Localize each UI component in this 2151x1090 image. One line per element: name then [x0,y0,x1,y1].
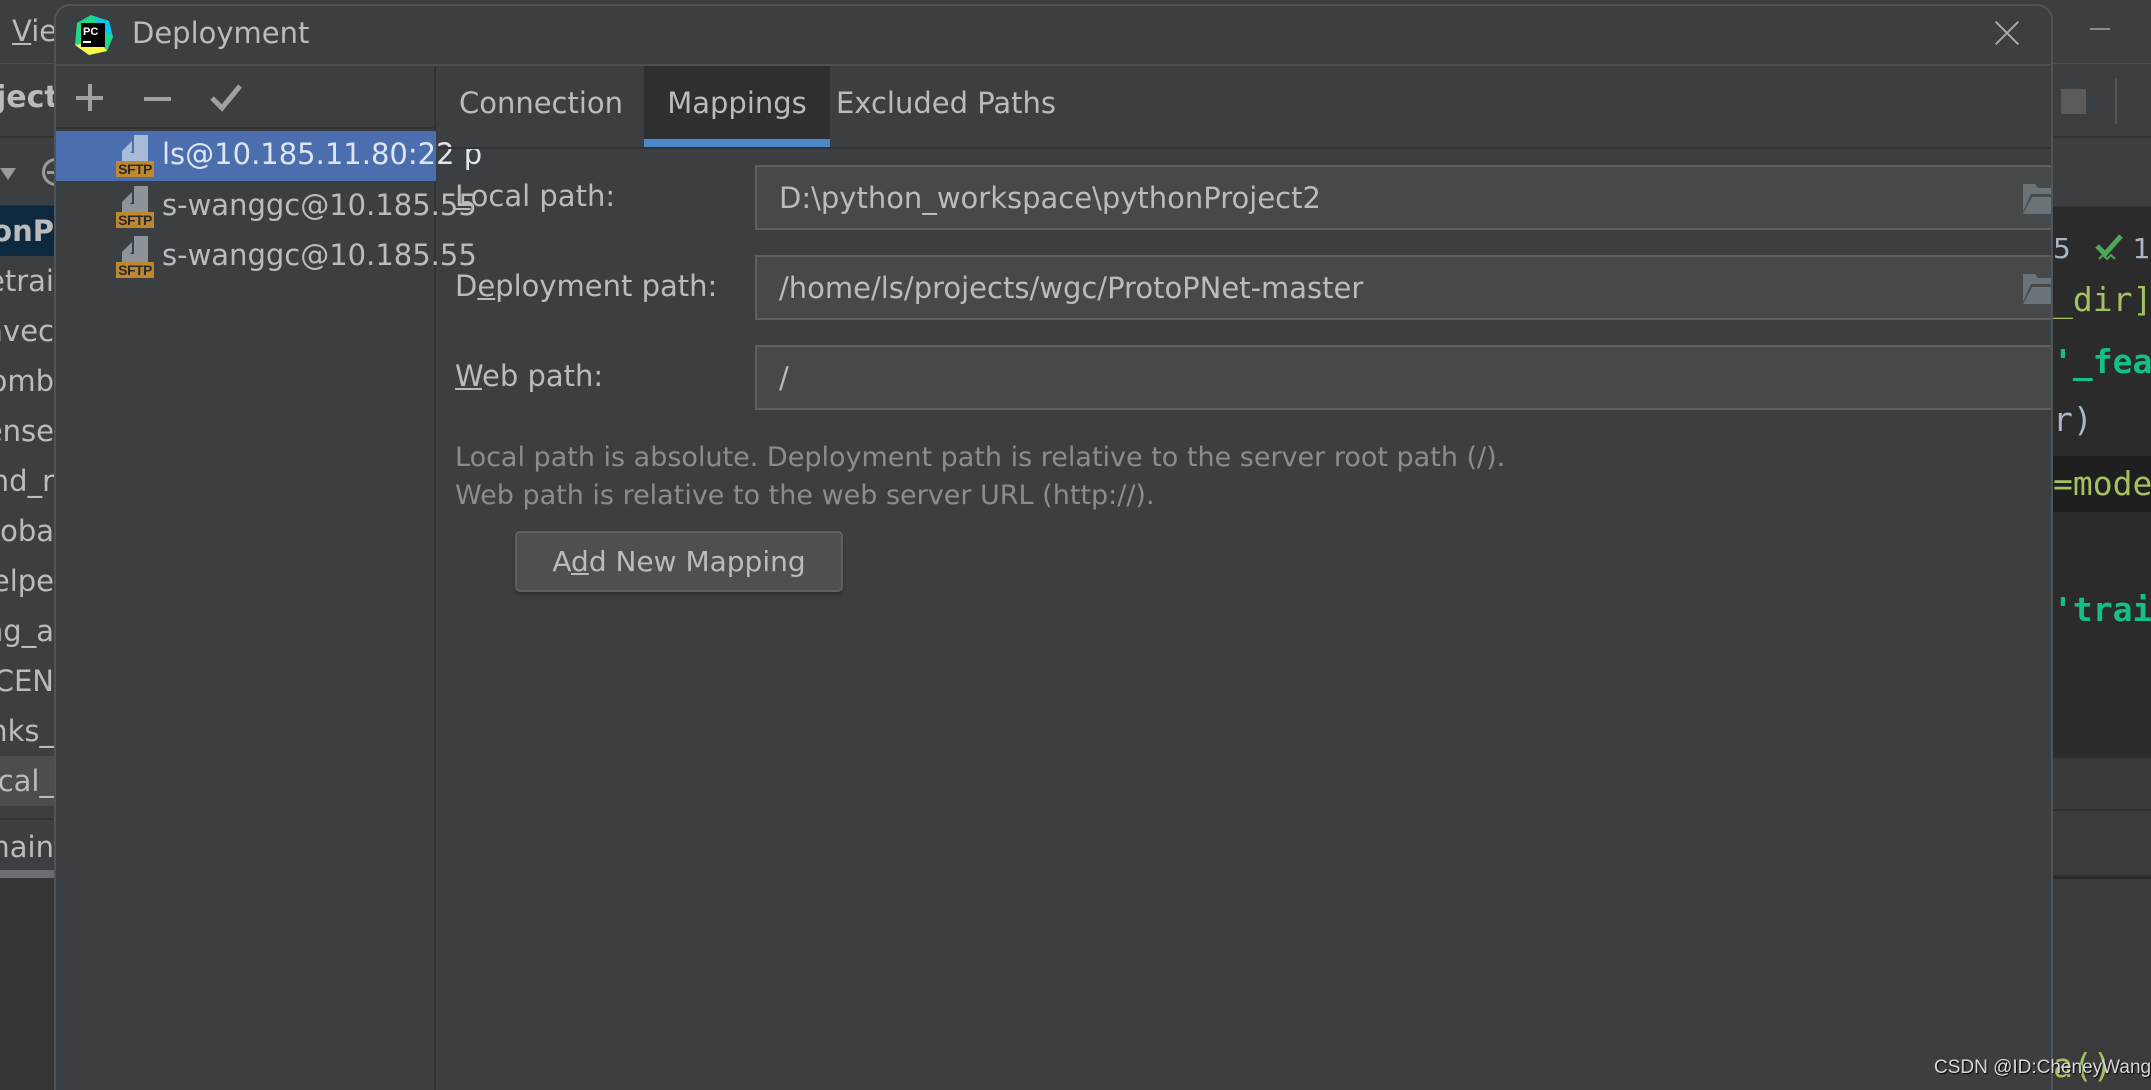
run-toolwindow-header [2053,809,2151,877]
tree-item[interactable]: globa [0,506,54,556]
sftp-server-icon: SFTP [116,135,154,179]
editor-tabs [2053,138,2151,207]
plus-icon[interactable] [68,76,112,120]
server-settings-pane: Connection Mappings Excluded Paths Local… [438,66,2051,1090]
sftp-server-icon: SFTP [116,236,154,280]
sftp-server-icon: SFTP [116,186,154,230]
deployment-path-label: Deployment path: [455,269,718,303]
help-text-line-2: Web path is relative to the web server U… [455,480,1155,511]
tab-connection[interactable]: Connection [438,66,644,147]
code-line: 'trai [2053,590,2151,629]
code-line: _dir] [2053,280,2151,319]
check-icon[interactable] [204,76,248,120]
run-panel [0,878,54,1090]
dialog-title: Deployment [132,16,310,50]
tree-item[interactable]: pythonP [0,206,54,256]
web-path-input[interactable] [757,347,2051,408]
browse-folder-icon[interactable] [2023,184,2051,214]
local-path-label: Local path: [455,179,616,213]
logo-text: PC [83,26,98,38]
tab-mappings[interactable]: Mappings [644,66,830,147]
server-list-item[interactable]: SFTP s-wanggc@10.185.55 [56,232,477,282]
local-path-input[interactable] [757,167,2051,228]
deployment-path-input[interactable] [757,257,2051,318]
deployment-path-field [755,255,2051,320]
editor-breadcrumb-bar [2053,757,2151,809]
watermark: CSDN @ID:CheneyWang [1934,1057,2151,1078]
code-line: '_fea [2053,342,2151,381]
tree-item[interactable]: img_a [0,606,54,656]
tree-item[interactable]: LICEN [0,656,54,706]
local-path-field [755,165,2051,230]
tree-item[interactable]: find_r [0,456,54,506]
server-list-item[interactable]: SFTP s-wanggc@10.185.55 [56,182,477,232]
server-list-pane: SFTP ls@10.185.11.80:22 p SFTP s-wanggc@… [56,66,482,1090]
browse-folder-icon[interactable] [2023,274,2051,304]
server-name: ls@10.185.11.80:22 p [162,137,483,171]
tree-item[interactable]: comb [0,356,54,406]
tab-excluded-paths[interactable]: Excluded Paths [830,66,1062,147]
minimize-icon[interactable] [2090,28,2110,30]
web-path-label: Web path: [455,359,604,393]
server-name: s-wanggc@10.185.55 [162,238,477,272]
server-list-item[interactable]: SFTP ls@10.185.11.80:22 p [56,131,482,181]
pycharm-logo-icon: PC [73,15,113,55]
stop-icon[interactable] [2061,89,2086,114]
deployment-dialog: PC Deployment SFTP ls@10.185.11.80:22 p [54,4,2053,1090]
web-path-field [755,345,2051,410]
tree-item[interactable]: helpe [0,556,54,606]
help-text-line-1: Local path is absolute. Deployment path … [455,442,1506,473]
dialog-titlebar[interactable]: PC Deployment [56,6,2051,66]
toolbar-separator [2115,78,2117,124]
tree-item[interactable]: savec [0,306,54,356]
server-list-toolbar [56,66,436,129]
run-tab-main[interactable]: main [0,818,54,878]
run-tab-underline [0,870,54,878]
code-line: =mode [2053,464,2151,503]
minus-icon[interactable] [136,76,180,120]
dropdown-arrow-icon[interactable] [0,168,16,180]
add-new-mapping-button[interactable]: Add New Mapping [515,531,843,592]
code-line: r) [2053,400,2093,439]
tree-item[interactable]: links_ [0,706,54,756]
settings-tabs: Connection Mappings Excluded Paths [438,66,2051,149]
tree-item-selected[interactable]: local_ [0,756,54,806]
server-name: s-wanggc@10.185.55 [162,188,477,222]
tree-item[interactable]: pretrai [0,256,54,306]
inspection-widget[interactable]: 5 10 [2053,228,2151,265]
tree-item[interactable]: dense [0,406,54,456]
inspection-check-icon [2094,232,2124,269]
close-icon[interactable] [1992,18,2022,48]
project-tree: pythonP pretrai savec comb dense find_r … [0,206,54,886]
